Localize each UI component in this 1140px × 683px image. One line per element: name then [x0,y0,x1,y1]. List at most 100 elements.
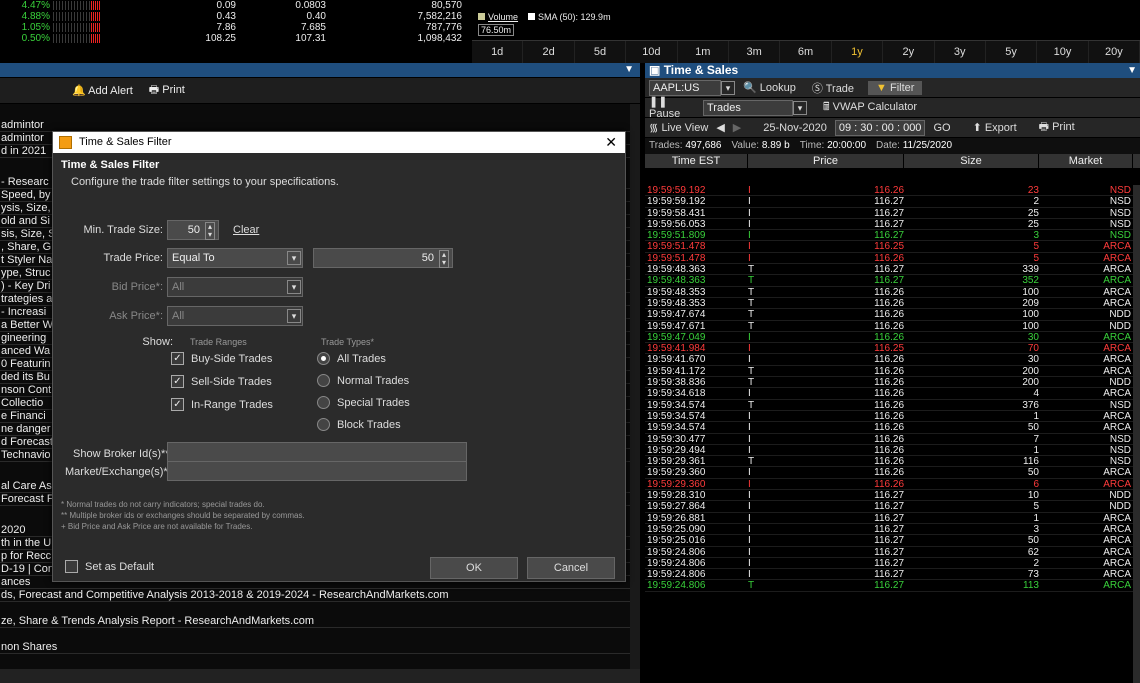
prev-arrow-icon[interactable]: ◀ [716,121,724,134]
period-5y[interactable]: 5y [986,41,1038,63]
trades-dropdown-icon[interactable]: ▾ [793,100,807,115]
time-field[interactable]: 09 : 30 : 00 : 000 [834,119,926,136]
table-row[interactable]: 19:59:29.360 I 116.26 50 ARCA [645,467,1133,479]
ticker-row[interactable]: 4.47% 0.09 0.0803 80,570 [0,0,472,11]
col-time[interactable]: Time EST [645,154,748,168]
table-row[interactable]: 19:59:29.360 I 116.26 6 ARCA [645,479,1133,491]
table-row[interactable]: 19:59:48.353 T 116.26 209 ARCA [645,298,1133,310]
col-size[interactable]: Size [904,154,1039,168]
type-radio[interactable] [317,396,330,409]
type-radio[interactable] [317,418,330,431]
table-row[interactable]: 19:59:34.574 I 116.26 1 ARCA [645,411,1133,423]
trades-scrollbar[interactable] [1133,185,1140,683]
news-item[interactable]: non Shares [0,641,630,654]
table-row[interactable]: 19:59:48.363 T 116.27 352 ARCA [645,275,1133,287]
table-row[interactable]: 19:59:48.353 T 116.26 100 ARCA [645,287,1133,298]
cancel-button[interactable]: Cancel [527,557,615,579]
filter-button[interactable]: ▼ Filter [868,80,923,95]
range-checkbox[interactable]: ✓ [171,375,184,388]
table-row[interactable]: 19:59:34.574 T 116.26 376 NSD [645,400,1133,411]
broker-input[interactable] [167,442,467,462]
type-radio[interactable] [317,374,330,387]
table-row[interactable]: 19:59:47.049 I 116.26 30 ARCA [645,332,1133,344]
period-1m[interactable]: 1m [678,41,729,63]
symbol-input[interactable]: AAPL:US [649,79,721,96]
table-row[interactable]: 19:59:51.478 I 116.26 5 ARCA [645,253,1133,265]
ok-button[interactable]: OK [430,557,518,579]
trade-button[interactable]: Ⓢ Trade [812,80,854,96]
table-row[interactable]: 19:59:25.016 I 116.27 50 ARCA [645,535,1133,547]
trade-price-stepper[interactable]: ▴ ▾ [439,250,449,268]
vwap-button[interactable]: 🖩 VWAP Calculator [823,98,917,117]
news-scrollbar[interactable] [630,104,640,674]
close-icon[interactable]: ✕ [605,132,617,153]
period-10y[interactable]: 10y [1037,41,1089,63]
print-button[interactable]: 🖶 Print [1039,118,1075,137]
trade-price-dropdown-icon[interactable]: ▾ [287,251,301,265]
range-checkbox[interactable]: ✓ [171,352,184,365]
symbol-dropdown-icon[interactable]: ▾ [721,80,735,95]
table-row[interactable]: 19:59:25.090 I 116.27 3 ARCA [645,524,1133,536]
period-3m[interactable]: 3m [729,41,781,63]
table-row[interactable]: 19:59:26.881 I 116.27 1 ARCA [645,513,1133,524]
table-row[interactable]: 19:59:59.192 I 116.26 23 NSD [645,185,1133,197]
ticker-row[interactable]: 1.05% 7.86 7.685 787,776 [0,22,472,33]
trade-price-select[interactable]: Equal To [167,248,303,268]
table-row[interactable]: 19:59:56.053 I 116.27 25 NSD [645,219,1133,231]
ask-price-select[interactable]: All [167,306,303,326]
lookup-button[interactable]: 🔍 Lookup [743,81,796,94]
table-row[interactable]: 19:59:41.984 I 116.25 70 ARCA [645,343,1133,355]
table-row[interactable]: 19:59:27.864 I 116.27 5 NDD [645,501,1133,513]
news-hscrollbar[interactable] [0,669,640,683]
col-price[interactable]: Price [748,154,904,168]
table-row[interactable]: 19:59:30.477 I 116.26 7 NSD [645,434,1133,445]
table-row[interactable]: 19:59:34.618 I 116.26 4 ARCA [645,388,1133,400]
table-row[interactable]: 19:59:48.363 T 116.27 339 ARCA [645,264,1133,276]
col-market[interactable]: Market [1039,154,1133,168]
table-row[interactable]: 19:59:24.806 T 116.27 113 ARCA [645,580,1133,592]
news-item[interactable]: ds, Forecast and Competitive Analysis 20… [0,589,630,602]
table-row[interactable]: 19:59:47.671 T 116.26 100 NDD [645,321,1133,332]
table-row[interactable]: 19:59:41.670 I 116.26 30 ARCA [645,354,1133,366]
trade-price-input[interactable]: 50 [313,248,453,268]
print-button[interactable]: 🖶 Print [149,81,185,100]
collapse-icon[interactable]: ▼ [1127,63,1137,78]
table-row[interactable]: 19:59:38.836 T 116.26 200 NDD [645,377,1133,389]
period-1d[interactable]: 1d [472,41,524,63]
table-row[interactable]: 19:59:47.674 T 116.26 100 NDD [645,309,1133,321]
bid-price-select[interactable]: All [167,277,303,297]
period-1y[interactable]: 1y [832,41,884,63]
period-2d[interactable]: 2d [523,41,575,63]
table-row[interactable]: 19:59:24.806 I 116.27 73 ARCA [645,569,1133,581]
table-row[interactable]: 19:59:51.478 I 116.25 5 ARCA [645,241,1133,253]
table-row[interactable]: 19:59:24.806 I 116.27 2 ARCA [645,558,1133,570]
add-alert-button[interactable]: 🔔 Add Alert [72,84,133,97]
news-item[interactable]: ze, Share & Trends Analysis Report - Res… [0,615,630,628]
collapse-icon[interactable]: ▼ [624,64,634,75]
export-button[interactable]: ⬆ Export [973,121,1017,134]
table-row[interactable]: 19:59:58.431 I 116.27 25 NSD [645,208,1133,219]
clear-link[interactable]: Clear [233,224,259,236]
period-3y[interactable]: 3y [935,41,986,63]
table-row[interactable]: 19:59:29.361 T 116.26 116 NSD [645,456,1133,468]
date-field[interactable]: 25-Nov-2020 [763,122,827,134]
min-trade-size-stepper[interactable]: ▴ ▾ [205,222,215,240]
table-row[interactable]: 19:59:34.574 I 116.26 50 ARCA [645,422,1133,434]
period-5d[interactable]: 5d [575,41,627,63]
table-row[interactable]: 19:59:28.310 I 116.27 10 NDD [645,490,1133,502]
period-2y[interactable]: 2y [883,41,935,63]
go-button[interactable]: GO [933,122,950,134]
pause-button[interactable]: ❚❚ Pause [649,95,695,120]
next-arrow-icon[interactable]: ▶ [733,121,741,134]
range-checkbox[interactable]: ✓ [171,398,184,411]
period-6m[interactable]: 6m [780,41,832,63]
ask-price-dropdown-icon[interactable]: ▾ [287,309,301,323]
ticker-row[interactable]: 0.50% 108.25 107.31 1,098,432 [0,33,472,44]
market-input[interactable] [167,461,467,481]
table-row[interactable]: 19:59:29.494 I 116.26 1 NSD [645,445,1133,457]
table-row[interactable]: 19:59:51.809 I 116.27 3 NSD [645,230,1133,242]
table-row[interactable]: 19:59:41.172 T 116.26 200 ARCA [645,366,1133,378]
bid-price-dropdown-icon[interactable]: ▾ [287,280,301,294]
period-10d[interactable]: 10d [626,41,678,63]
set-default-checkbox[interactable] [65,560,78,573]
